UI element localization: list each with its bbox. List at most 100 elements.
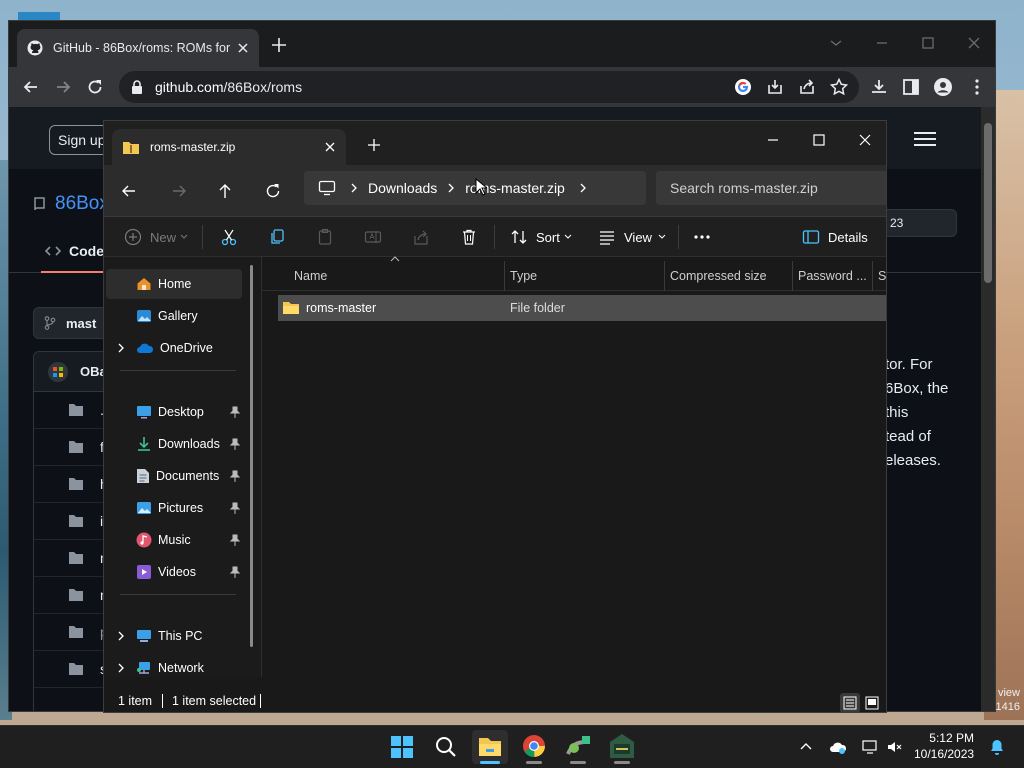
search-input[interactable]: Search roms-master.zip	[656, 171, 886, 205]
separator	[202, 225, 203, 249]
file-row[interactable]: roms-master File folder	[278, 295, 886, 321]
nav-music[interactable]: Music	[106, 525, 242, 555]
more-options-icon[interactable]	[692, 227, 712, 247]
notification-bell-icon[interactable]	[988, 738, 1006, 756]
file-explorer-taskbar-icon[interactable]	[472, 730, 508, 764]
chevron-up-icon[interactable]	[797, 738, 815, 756]
bookmark-star-icon[interactable]	[829, 77, 849, 97]
up-icon[interactable]	[216, 182, 234, 200]
back-icon[interactable]	[120, 182, 138, 200]
install-app-icon[interactable]	[765, 77, 785, 97]
minimize-icon[interactable]	[869, 31, 895, 55]
scrollbar-thumb[interactable]	[984, 123, 992, 283]
nav-desktop[interactable]: Desktop	[106, 397, 242, 427]
nav-downloads[interactable]: Downloads	[106, 429, 242, 459]
page-scrollbar[interactable]	[981, 107, 995, 711]
pin-icon[interactable]	[230, 566, 240, 578]
mute-tray-icon[interactable]	[885, 738, 903, 756]
profile-icon[interactable]	[933, 77, 953, 97]
nav-onedrive[interactable]: OneDrive	[106, 333, 242, 363]
column-password[interactable]: Password ...	[798, 269, 867, 283]
nav-videos[interactable]: Videos	[106, 557, 242, 587]
view-button[interactable]: View	[598, 227, 666, 247]
new-button[interactable]: New	[124, 227, 188, 247]
folder-icon	[68, 440, 84, 454]
chevron-right-icon[interactable]	[445, 182, 457, 194]
menu-dots-icon[interactable]	[967, 77, 987, 97]
back-icon[interactable]	[21, 77, 41, 97]
search-taskbar-icon[interactable]	[428, 730, 464, 764]
column-divider[interactable]	[872, 261, 873, 291]
expand-chevron-icon[interactable]	[116, 662, 126, 674]
large-icons-view-icon[interactable]	[862, 693, 882, 712]
computer-icon[interactable]	[318, 180, 336, 196]
side-panel-icon[interactable]	[901, 77, 921, 97]
explorer-tab[interactable]: roms-master.zip	[112, 129, 346, 165]
reload-icon[interactable]	[85, 77, 105, 97]
nav-gallery[interactable]: Gallery	[106, 301, 242, 331]
copy-icon[interactable]	[268, 227, 286, 247]
chevron-right-icon[interactable]	[577, 182, 589, 194]
tab-search-icon[interactable]	[823, 31, 849, 55]
pin-icon[interactable]	[230, 406, 240, 418]
game-taskbar-icon[interactable]	[604, 730, 640, 764]
display-tray-icon[interactable]	[861, 738, 879, 756]
tab-code[interactable]: Code	[41, 231, 108, 273]
lock-icon[interactable]	[131, 80, 143, 94]
close-window-icon[interactable]	[961, 31, 987, 55]
column-type[interactable]: Type	[510, 269, 537, 283]
paste-icon[interactable]	[316, 227, 334, 247]
onedrive-tray-icon[interactable]	[829, 738, 847, 756]
minimize-icon[interactable]	[758, 127, 788, 153]
column-divider[interactable]	[504, 261, 505, 291]
taskbar-clock[interactable]: 5:12 PM 10/16/2023	[914, 730, 974, 762]
close-window-icon[interactable]	[850, 127, 880, 153]
nav-this-pc[interactable]: This PC	[106, 621, 242, 651]
column-divider[interactable]	[792, 261, 793, 291]
pin-icon[interactable]	[230, 438, 240, 450]
expand-chevron-icon[interactable]	[116, 630, 126, 642]
forward-icon[interactable]	[53, 77, 73, 97]
breadcrumb-downloads[interactable]: Downloads	[368, 180, 437, 196]
details-view-icon[interactable]	[840, 693, 860, 712]
rename-icon[interactable]	[364, 227, 382, 247]
chrome-tab[interactable]: GitHub - 86Box/roms: ROMs for	[17, 29, 259, 67]
pin-icon[interactable]	[230, 502, 240, 514]
column-name[interactable]: Name	[294, 269, 327, 283]
delete-icon[interactable]	[460, 227, 478, 247]
column-size[interactable]: Si	[878, 269, 886, 283]
nav-pane-scrollbar[interactable]	[250, 265, 253, 647]
music-icon	[136, 532, 152, 548]
share-icon[interactable]	[797, 77, 817, 97]
sort-button[interactable]: Sort	[510, 227, 572, 247]
new-tab-icon[interactable]	[271, 37, 287, 53]
chrome-toolbar: github.com/86Box/roms	[9, 67, 995, 107]
nav-home[interactable]: Home	[106, 269, 242, 299]
close-icon[interactable]	[237, 42, 249, 54]
chevron-right-icon[interactable]	[348, 182, 360, 194]
maximize-icon[interactable]	[915, 31, 941, 55]
maximize-icon[interactable]	[804, 127, 834, 153]
column-divider[interactable]	[664, 261, 665, 291]
nav-documents[interactable]: Documents	[106, 461, 242, 491]
forward-icon[interactable]	[170, 182, 188, 200]
repo-name[interactable]: 86Box	[55, 193, 109, 215]
app-taskbar-icon[interactable]	[560, 730, 596, 764]
share-icon[interactable]	[412, 227, 430, 247]
column-compressed-size[interactable]: Compressed size	[670, 269, 767, 283]
nav-pictures[interactable]: Pictures	[106, 493, 242, 523]
google-lens-icon[interactable]	[733, 77, 753, 97]
close-tab-icon[interactable]	[324, 141, 336, 153]
downloads-icon[interactable]	[869, 77, 889, 97]
start-button[interactable]	[384, 730, 420, 764]
repo-title[interactable]: 86Box	[33, 193, 109, 215]
cut-icon[interactable]	[220, 227, 238, 247]
chrome-taskbar-icon[interactable]	[516, 730, 552, 764]
refresh-icon[interactable]	[264, 182, 282, 200]
pin-icon[interactable]	[230, 470, 240, 482]
new-tab-icon[interactable]	[366, 137, 382, 153]
expand-chevron-icon[interactable]	[116, 342, 126, 354]
details-button[interactable]: Details	[802, 227, 868, 247]
pin-icon[interactable]	[230, 534, 240, 546]
hamburger-menu-icon[interactable]	[913, 131, 937, 147]
